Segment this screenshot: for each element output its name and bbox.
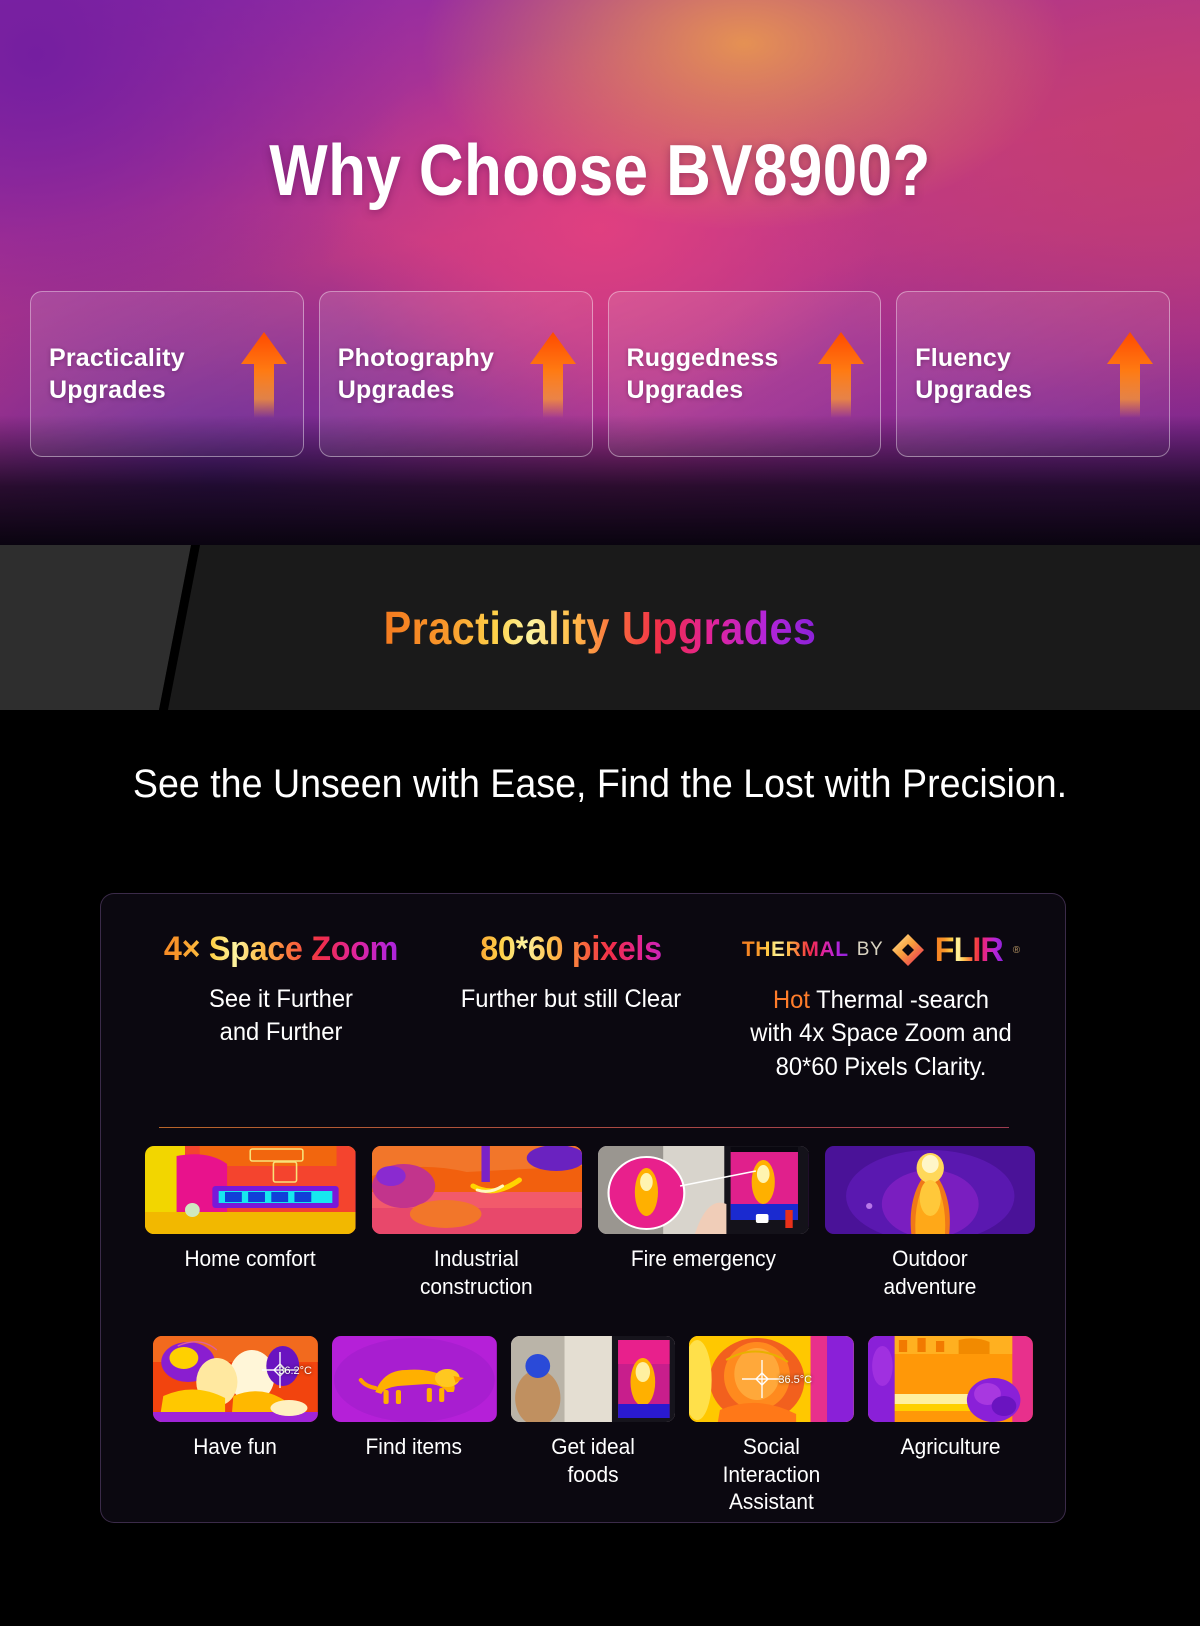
registered-mark: ® — [1012, 944, 1021, 956]
feature-heading: 4× Space Zoom — [139, 930, 424, 969]
use-case-label: Fire emergency — [630, 1246, 776, 1271]
thermal-thumbnail — [371, 1146, 582, 1234]
arrow-up-icon — [816, 328, 866, 420]
use-case-get-ideal-foods[interactable]: Get ideal foods — [510, 1336, 676, 1516]
flir-logo: THERMAL BY FLIR ® — [701, 930, 1061, 970]
flir-diamond-icon — [891, 933, 925, 967]
use-case-find-items[interactable]: Find items — [331, 1336, 497, 1516]
feature-card-photography[interactable]: Photography Upgrades — [318, 291, 593, 457]
use-case-fire-emergency[interactable]: Fire emergency — [598, 1146, 809, 1300]
feature-card-label: Ruggedness Upgrades — [626, 343, 779, 405]
use-case-label: Get ideal foods — [551, 1434, 635, 1487]
section-band: Practicality Upgrades — [0, 545, 1200, 710]
feature-card-label: Photography Upgrades — [337, 343, 495, 405]
use-case-agriculture[interactable]: Agriculture — [868, 1336, 1033, 1516]
feature-flir-thermal: THERMAL BY FLIR ® Hot Thermal -search wi… — [701, 930, 1061, 1084]
section-heading: Practicality Upgrades — [60, 545, 1140, 710]
thermal-thumbnail — [510, 1336, 676, 1422]
thermal-thumbnail: 36.5°C — [689, 1336, 855, 1422]
use-case-industrial-construction[interactable]: Industrial construction — [371, 1146, 582, 1300]
temperature-reading: 36.5°C — [778, 1373, 813, 1386]
arrow-up-icon — [528, 328, 578, 420]
hero-banner: Why Choose BV8900? — [0, 0, 1200, 545]
feature-card-label: Fluency Upgrades — [915, 343, 1033, 405]
hot-keyword: Hot — [772, 986, 810, 1014]
thermal-desc-line1: Thermal -search — [809, 986, 990, 1014]
feature-space-zoom: 4× Space Zoom See it Further and Further — [131, 930, 431, 1050]
feature-heading: 80*60 pixels — [429, 930, 714, 969]
temperature-reading: 36.2°C — [278, 1365, 312, 1378]
thermal-thumbnail — [145, 1146, 356, 1234]
feature-description: See it Further and Further — [209, 985, 353, 1047]
feature-card-ruggedness[interactable]: Ruggedness Upgrades — [607, 291, 882, 457]
flir-brand-text: FLIR — [935, 930, 1004, 969]
use-case-label: Industrial construction — [420, 1246, 534, 1299]
feature-card-row: Practicality Upgrades Photography Upgrades… — [30, 291, 1170, 457]
use-case-social-interaction-assistant[interactable]: 36.5°C Social Interaction Assistant — [689, 1336, 855, 1516]
flir-by-text: BY — [856, 939, 884, 960]
feature-card-practicality[interactable]: Practicality Upgrades — [30, 291, 304, 457]
use-case-label: Find items — [365, 1434, 463, 1459]
arrow-up-icon — [1105, 328, 1155, 420]
arrow-up-icon — [239, 328, 289, 420]
feature-pixels: 80*60 pixels Further but still Clear — [421, 930, 721, 1016]
feature-description: Further but still Clear — [460, 985, 682, 1013]
thermal-desc-line2: with 4x Space Zoom and — [750, 1019, 1012, 1048]
use-case-label: Social Interaction Assistant — [722, 1434, 821, 1514]
use-case-label: Agriculture — [900, 1434, 1001, 1459]
use-case-row-2: 36.2°C Have fun Find items Get ideal foo… — [153, 1336, 1033, 1516]
thermal-thumbnail — [598, 1146, 809, 1234]
practicality-panel: 4× Space Zoom See it Further and Further … — [100, 893, 1066, 1523]
page-title: Why Choose BV8900? — [269, 131, 931, 211]
panel-feature-row: 4× Space Zoom See it Further and Further … — [101, 930, 1065, 1115]
use-case-have-fun[interactable]: 36.2°C Have fun — [153, 1336, 318, 1516]
use-case-label: Outdoor adventure — [883, 1246, 977, 1299]
feature-card-fluency[interactable]: Fluency Upgrades — [896, 291, 1170, 457]
flir-thermal-text: THERMAL — [741, 938, 849, 961]
use-case-home-comfort[interactable]: Home comfort — [145, 1146, 356, 1300]
section-heading-text: Practicality Upgrades — [383, 601, 817, 654]
feature-description: Hot Thermal -search with 4x Space Zoom a… — [710, 984, 1052, 1084]
feature-card-label: Practicality Upgrades — [49, 343, 185, 405]
panel-divider — [159, 1127, 1009, 1128]
use-case-label: Have fun — [193, 1434, 278, 1459]
thermal-thumbnail — [824, 1146, 1035, 1234]
thermal-thumbnail — [868, 1336, 1033, 1422]
use-case-label: Home comfort — [184, 1246, 316, 1271]
section-subtitle: See the Unseen with Ease, Find the Lost … — [132, 762, 1068, 806]
use-case-row-1: Home comfort Industrial construction Fir… — [145, 1146, 1035, 1300]
use-case-outdoor-adventure[interactable]: Outdoor adventure — [824, 1146, 1035, 1300]
thermal-thumbnail: 36.2°C — [153, 1336, 318, 1422]
thermal-thumbnail — [331, 1336, 497, 1422]
thermal-desc-line3: 80*60 Pixels Clarity. — [775, 1052, 987, 1081]
